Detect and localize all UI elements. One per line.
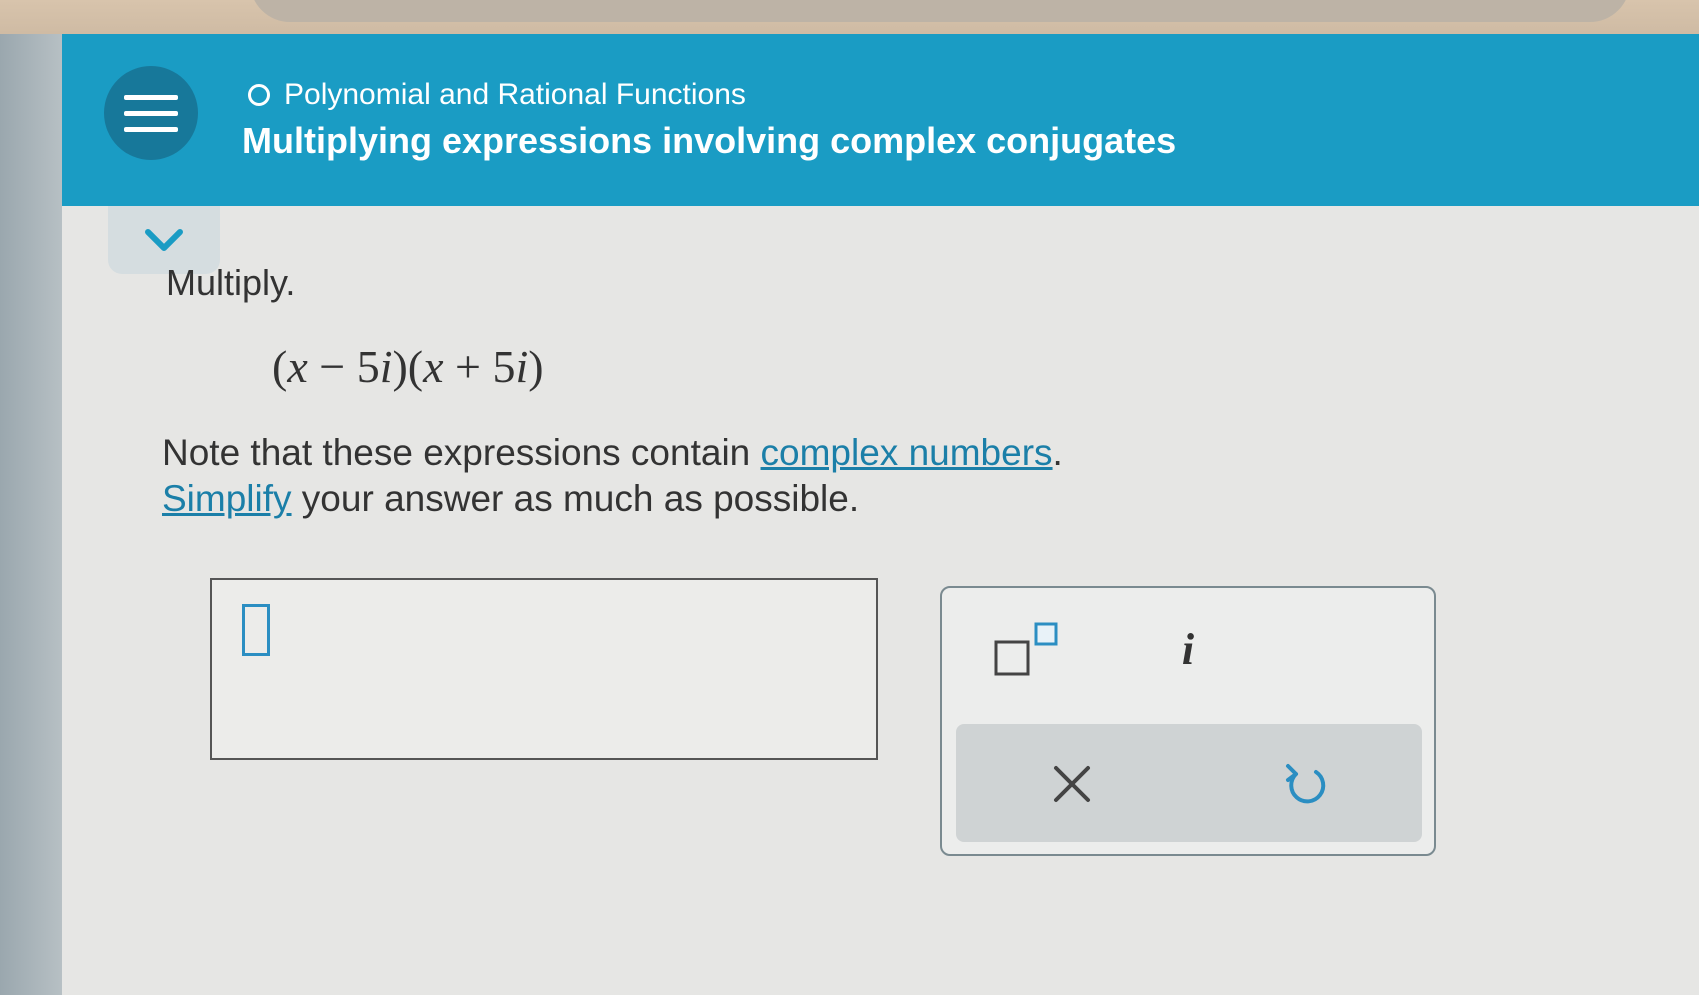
menu-icon-line — [124, 126, 178, 132]
complex-numbers-link[interactable]: complex numbers — [761, 432, 1053, 473]
expression-part: )( — [392, 341, 424, 392]
imaginary-unit-button[interactable]: i — [1168, 624, 1208, 684]
topic-header: Polynomial and Rational Functions Multip… — [62, 34, 1699, 206]
note-text: your answer as much as possible. — [291, 478, 860, 519]
expression-variable: x — [423, 341, 444, 392]
undo-icon — [1286, 764, 1326, 804]
expression-imaginary-unit: i — [515, 341, 529, 392]
note-text: Note that these expressions contain — [162, 432, 761, 473]
expression-variable: x — [287, 341, 308, 392]
math-keypad: i — [940, 586, 1436, 856]
chevron-down-icon — [145, 229, 183, 251]
topic-title: Polynomial and Rational Functions — [284, 78, 746, 111]
math-expression: (x − 5i)(x + 5i) — [272, 340, 544, 393]
note-text: . — [1052, 432, 1063, 473]
menu-icon-line — [124, 110, 178, 116]
expression-part: − 5 — [307, 341, 380, 392]
screen: Polynomial and Rational Functions Multip… — [62, 34, 1699, 995]
topic-status-circle-icon — [248, 84, 270, 106]
answer-cursor-slot — [242, 604, 270, 656]
topic-row: Polynomial and Rational Functions — [248, 78, 746, 112]
expression-part: ( — [272, 341, 288, 392]
expression-part: + 5 — [443, 341, 516, 392]
lesson-title: Multiplying expressions involving comple… — [242, 120, 1177, 161]
problem-note: Note that these expressions contain comp… — [162, 430, 1063, 522]
menu-icon-line — [124, 94, 178, 100]
superscript-icon — [994, 622, 1058, 676]
device-bezel-left — [0, 34, 62, 995]
expression-part: ) — [528, 341, 544, 392]
expression-imaginary-unit: i — [379, 341, 393, 392]
answer-input[interactable] — [210, 578, 878, 760]
simplify-link[interactable]: Simplify — [162, 478, 292, 519]
menu-button[interactable] — [104, 66, 198, 160]
undo-button[interactable] — [1276, 756, 1332, 812]
clear-button[interactable] — [1044, 756, 1100, 812]
clear-icon — [1054, 766, 1090, 802]
device-bezel — [250, 0, 1630, 22]
keypad-action-bar — [956, 724, 1422, 842]
instruction-text: Multiply. — [166, 262, 296, 303]
superscript-button[interactable] — [994, 620, 1074, 680]
